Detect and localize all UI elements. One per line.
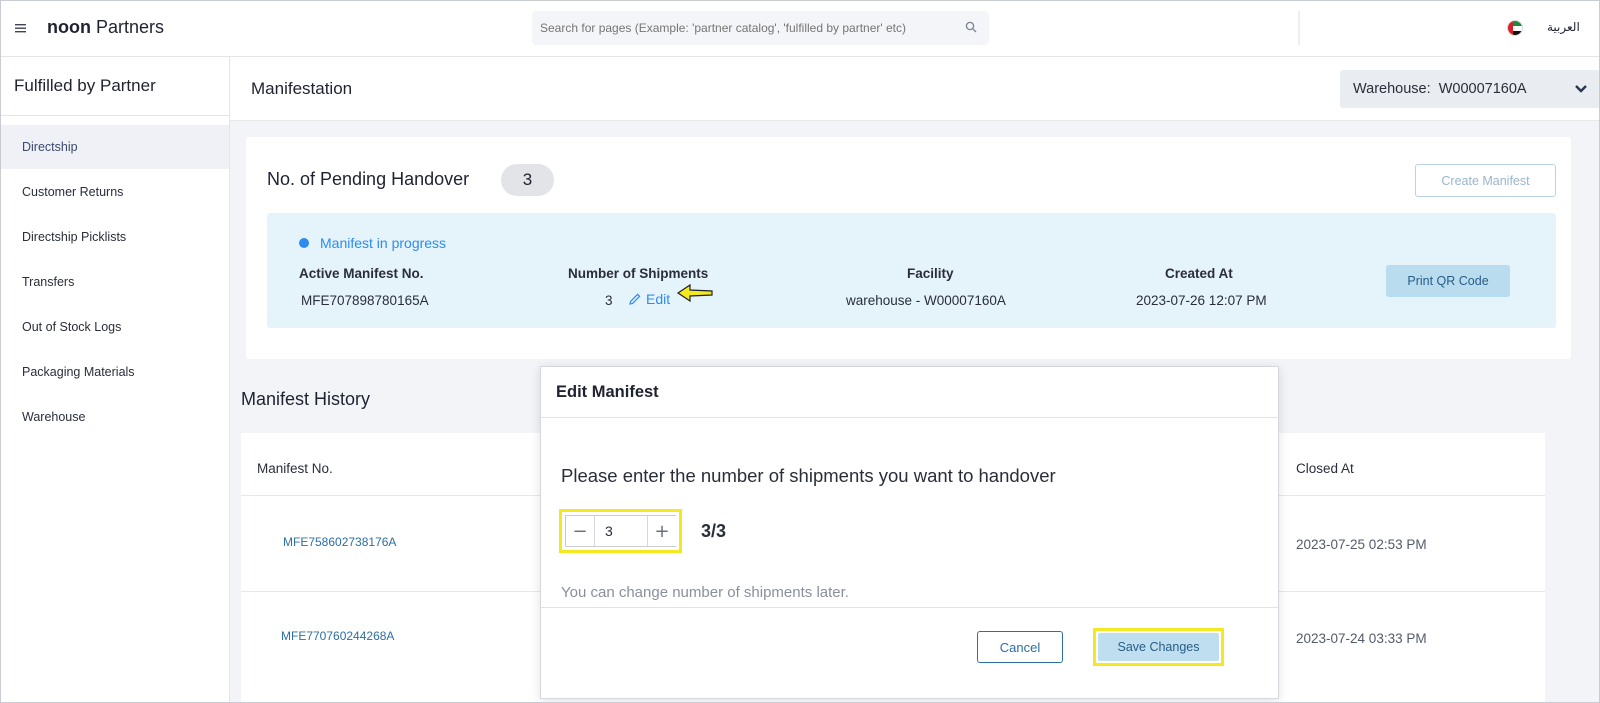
facility-value: warehouse - W00007160A	[846, 293, 1006, 308]
shipments-ratio: 3/3	[701, 521, 727, 541]
logo-text: Partners	[96, 17, 165, 37]
closed-at-value: 2023-07-24 03:33 PM	[1296, 631, 1427, 646]
pending-count-badge: 3	[501, 164, 554, 196]
stepper-highlight: − +	[559, 509, 682, 553]
manifest-history-link[interactable]: MFE770760244268A	[281, 629, 394, 643]
sidebar-item-transfers[interactable]: Transfers	[1, 260, 229, 304]
modal-question: Please enter the number of shipments you…	[561, 465, 1056, 486]
pencil-icon	[629, 293, 641, 305]
shipments-quantity-input[interactable]	[594, 516, 648, 546]
pending-handover-title: No. of Pending Handover	[267, 169, 470, 189]
modal-divider	[541, 417, 1278, 418]
app-window: noon Partners العربية Fulfilled by Partn…	[0, 0, 1600, 703]
edit-link-label: Edit	[646, 291, 671, 307]
search-input[interactable]	[532, 11, 952, 45]
noon-partners-logo[interactable]: noon Partners	[47, 17, 164, 38]
manifest-no-column-header: Manifest No.	[257, 461, 333, 476]
sidebar-divider	[1, 115, 229, 116]
header-divider	[1298, 11, 1300, 45]
search-bar	[532, 11, 989, 45]
hamburger-menu-icon[interactable]	[15, 19, 31, 37]
number-of-shipments-header: Number of Shipments	[568, 266, 709, 281]
sidebar-item-packaging-materials[interactable]: Packaging Materials	[1, 350, 229, 394]
decrement-button[interactable]: −	[566, 516, 594, 546]
chevron-down-icon[interactable]	[1562, 70, 1600, 108]
closed-at-column-header: Closed At	[1296, 461, 1354, 476]
modal-title: Edit Manifest	[556, 383, 659, 401]
facility-header: Facility	[907, 266, 954, 281]
page-header: Manifestation Warehouse: W00007160A	[230, 57, 1600, 121]
pending-handover-card: No. of Pending Handover 3 Create Manifes…	[246, 137, 1571, 359]
manifest-history-link[interactable]: MFE758602738176A	[283, 535, 396, 549]
sidebar-item-directship-picklists[interactable]: Directship Picklists	[1, 215, 229, 259]
modal-note: You can change number of shipments later…	[561, 584, 849, 601]
sidebar-item-warehouse[interactable]: Warehouse	[1, 395, 229, 439]
active-manifest-no: MFE707898780165A	[301, 293, 429, 308]
sidebar-item-directship[interactable]: Directship	[1, 125, 229, 169]
active-manifest-no-header: Active Manifest No.	[299, 266, 424, 281]
save-changes-button[interactable]: Save Changes	[1098, 633, 1219, 661]
edit-manifest-modal: Edit Manifest Please enter the number of…	[540, 366, 1279, 699]
manifest-history-title: Manifest History	[241, 389, 371, 409]
warehouse-select[interactable]: Warehouse: W00007160A	[1340, 70, 1600, 108]
increment-button[interactable]: +	[648, 516, 676, 546]
sidebar-item-customer-returns[interactable]: Customer Returns	[1, 170, 229, 214]
modal-footer-divider	[541, 607, 1278, 608]
created-at-value: 2023-07-26 12:07 PM	[1136, 293, 1267, 308]
save-highlight: Save Changes	[1093, 628, 1224, 666]
uae-flag-icon[interactable]	[1507, 20, 1523, 36]
manifest-in-progress-panel: Manifest in progress Active Manifest No.…	[267, 213, 1556, 328]
sidebar: Fulfilled by Partner Directship Customer…	[1, 57, 230, 702]
cancel-button[interactable]: Cancel	[977, 631, 1063, 663]
shipments-count: 3	[605, 293, 613, 308]
warehouse-select-label: Warehouse: W00007160A	[1353, 81, 1527, 97]
manifest-status: Manifest in progress	[320, 235, 447, 251]
sidebar-item-out-of-stock-logs[interactable]: Out of Stock Logs	[1, 305, 229, 349]
search-icon[interactable]	[965, 21, 977, 33]
sidebar-title: Fulfilled by Partner	[14, 76, 156, 95]
print-qr-code-button[interactable]: Print QR Code	[1386, 265, 1510, 297]
quantity-stepper: − +	[565, 515, 676, 547]
closed-at-value: 2023-07-25 02:53 PM	[1296, 537, 1427, 552]
language-switch[interactable]: العربية	[1547, 20, 1580, 34]
edit-shipments-link[interactable]: Edit	[628, 291, 670, 307]
top-bar: noon Partners العربية	[1, 1, 1599, 57]
status-dot-icon	[299, 238, 309, 248]
arrow-left-annotation-icon	[676, 283, 713, 303]
created-at-header: Created At	[1165, 266, 1233, 281]
page-title: Manifestation	[251, 79, 353, 98]
create-manifest-button[interactable]: Create Manifest	[1415, 164, 1556, 197]
logo-bold-text: noon	[47, 17, 91, 37]
